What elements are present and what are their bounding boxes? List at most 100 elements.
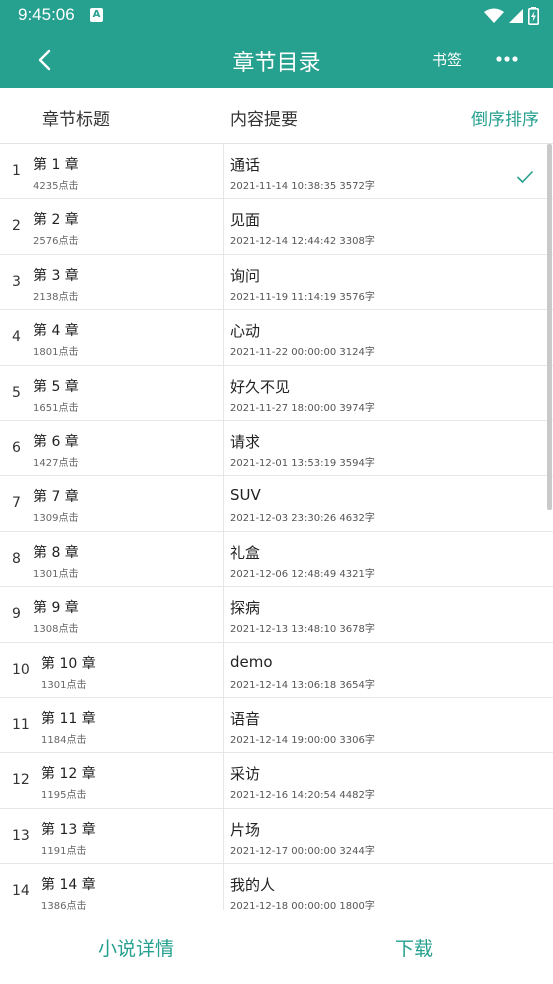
chapter-row[interactable]: 5 第 5 章 1651点击 好久不见 2021-11-27 18:00:00 3974… [0, 365, 553, 421]
chapter-clicks: 1191点击 [41, 845, 87, 857]
chapter-row[interactable]: 14 第 14 章 1386点击 我的人 2021-12-18 00:00:00 180… [0, 864, 553, 910]
chapter-clicks: 2138点击 [33, 291, 79, 303]
chapter-row[interactable]: 8 第 8 章 1301点击 礼盒 2021-12-06 12:48:49 4321字 [0, 531, 553, 588]
chapter-datetime: 2021-12-06 12:48:49 [230, 568, 337, 580]
column-divider [223, 531, 224, 587]
chapter-number: 第 3 章 [33, 267, 79, 284]
chapter-words: 3576字 [339, 291, 375, 303]
chapter-index: 14 [12, 883, 30, 900]
chapter-datetime: 2021-12-18 00:00:00 [230, 901, 337, 910]
chapter-words: 3572字 [339, 181, 375, 192]
chapter-clicks: 4235点击 [33, 181, 79, 192]
chapter-clicks: 1301点击 [33, 568, 79, 580]
chapter-name: 探病 [230, 599, 261, 618]
chapter-name: 语音 [230, 709, 261, 728]
chapter-index: 6 [12, 439, 21, 456]
chapter-words: 3124字 [339, 347, 375, 359]
chapter-row[interactable]: 11 第 11 章 1184点击 语音 2021-12-14 19:00:00 3306… [0, 697, 553, 754]
chapter-number: 第 13 章 [41, 821, 96, 838]
chapter-clicks: 1301点击 [41, 679, 87, 691]
chapter-index: 11 [12, 716, 30, 733]
column-divider [223, 808, 224, 864]
chapter-row[interactable]: 9 第 9 章 1308点击 探病 2021-12-13 13:48:10 3678字 [0, 587, 553, 643]
chapter-clicks: 1386点击 [41, 901, 87, 910]
chapter-row[interactable]: 2 第 2 章 2576点击 见面 2021-12-14 12:44:42 3308字 [0, 199, 553, 255]
chapter-row[interactable]: 1 第 1 章 4235点击 通话 2021-11-14 10:38:35 3572字 [0, 144, 553, 200]
chapter-row[interactable]: 12 第 12 章 1195点击 采访 2021-12-16 14:20:54 4482… [0, 753, 553, 809]
chapter-clicks: 1308点击 [33, 624, 79, 636]
chapter-name: 询问 [230, 266, 261, 285]
chapter-number: 第 4 章 [33, 323, 79, 340]
chapter-clicks: 1195点击 [41, 790, 87, 802]
chapter-number: 第 2 章 [33, 212, 79, 229]
column-divider [223, 420, 224, 476]
reverse-sort-button[interactable]: 倒序排序 [471, 105, 539, 130]
column-divider [223, 753, 224, 808]
chapter-row[interactable]: 3 第 3 章 2138点击 询问 2021-11-19 11:14:19 3576字 [0, 254, 553, 311]
page-title: 章节目录 [232, 51, 321, 76]
signal-icon [509, 9, 523, 23]
chapter-row[interactable]: 13 第 13 章 1191点击 片场 2021-12-17 00:00:00 3244… [0, 808, 553, 865]
chapter-index: 3 [12, 273, 21, 290]
status-time: 9:45:06 [18, 5, 75, 24]
novel-detail-button[interactable]: 小说详情 [98, 934, 174, 961]
chapter-number: 第 6 章 [33, 433, 79, 450]
chapter-list[interactable]: 1第 1 章 4235点击 通话 2021-11-14 10:38:35 3572字 2… [0, 144, 553, 910]
chapter-datetime: 2021-12-14 19:00:00 [230, 734, 337, 746]
chapter-meta: 2021-12-14 19:00:00 3306字 [230, 731, 375, 746]
chapter-name: SUV [230, 486, 261, 505]
chapter-clicks: 1427点击 [33, 457, 79, 469]
chapter-number: 第 11 章 [41, 710, 96, 727]
chapter-meta: 2021-11-27 18:00:00 3974字 [230, 399, 375, 414]
chapter-number: 第 9 章 [33, 600, 79, 617]
chapter-meta: 2021-11-22 00:00:00 3124字 [230, 343, 375, 358]
chapter-index: 5 [12, 384, 21, 401]
chapter-clicks: 1309点击 [33, 513, 79, 525]
chapter-number: 第 10 章 [41, 655, 96, 672]
chapter-words: 3678字 [339, 624, 375, 636]
chapter-number: 第 7 章 [33, 489, 79, 506]
chapter-words: 1800字 [339, 901, 375, 910]
chapter-meta: 2021-11-19 11:14:19 3576字 [230, 288, 375, 303]
chapter-name: 通话 [230, 156, 261, 174]
chapter-words: 3308字 [339, 236, 375, 248]
chapter-words: 4482字 [339, 790, 375, 802]
chapter-words: 3594字 [339, 457, 375, 469]
column-divider [223, 697, 224, 753]
chapter-meta: 2021-12-14 13:06:18 3654字 [230, 676, 375, 691]
back-button[interactable] [28, 44, 60, 76]
chapter-datetime: 2021-12-03 23:30:26 [230, 513, 337, 525]
more-options-button[interactable] [490, 46, 524, 72]
chapter-index: 4 [12, 329, 21, 346]
column-divider [223, 144, 224, 199]
chapter-index: 13 [12, 827, 30, 844]
chapter-number: 第 5 章 [33, 378, 79, 395]
chapter-meta: 2021-12-01 13:53:19 3594字 [230, 454, 375, 469]
column-divider [223, 642, 224, 697]
chapter-index: 10 [12, 661, 30, 678]
scrollbar[interactable] [547, 144, 552, 510]
app-bar: 章节目录 书签 [0, 32, 553, 88]
chapter-row[interactable]: 4 第 4 章 1801点击 心动 2021-11-22 00:00:00 3124字 [0, 310, 553, 366]
column-divider [223, 587, 224, 642]
chapter-datetime: 2021-11-19 11:14:19 [230, 291, 337, 303]
chapter-words: 3244字 [339, 845, 375, 857]
column-divider [223, 254, 224, 310]
download-button[interactable]: 下载 [395, 934, 433, 961]
chapter-index: 9 [12, 606, 21, 623]
bottom-bar: 小说详情 下载 [0, 910, 553, 984]
chapter-datetime: 2021-11-27 18:00:00 [230, 402, 337, 414]
chapter-meta: 2021-11-14 10:38:35 3572字 [230, 177, 375, 192]
chapter-name: 片场 [230, 820, 261, 839]
chapter-datetime: 2021-11-14 10:38:35 [230, 181, 337, 192]
chapter-row[interactable]: 7 第 7 章 1309点击 SUV 2021-12-03 23:30:26 4632字 [0, 476, 553, 532]
chapter-name: 采访 [230, 765, 261, 784]
more-dots-icon [496, 56, 518, 62]
chapter-row[interactable]: 10 第 10 章 1301点击 demo 2021-12-14 13:06:18 36… [0, 642, 553, 698]
chapter-meta: 2021-12-03 23:30:26 4632字 [230, 509, 375, 524]
bookmark-button[interactable]: 书签 [432, 49, 462, 70]
chapter-row[interactable]: 6 第 6 章 1427点击 请求 2021-12-01 13:53:19 3594字 [0, 420, 553, 477]
chapter-index: 12 [12, 772, 30, 789]
chapter-datetime: 2021-12-16 14:20:54 [230, 790, 337, 802]
chapter-number: 第 14 章 [41, 877, 96, 894]
